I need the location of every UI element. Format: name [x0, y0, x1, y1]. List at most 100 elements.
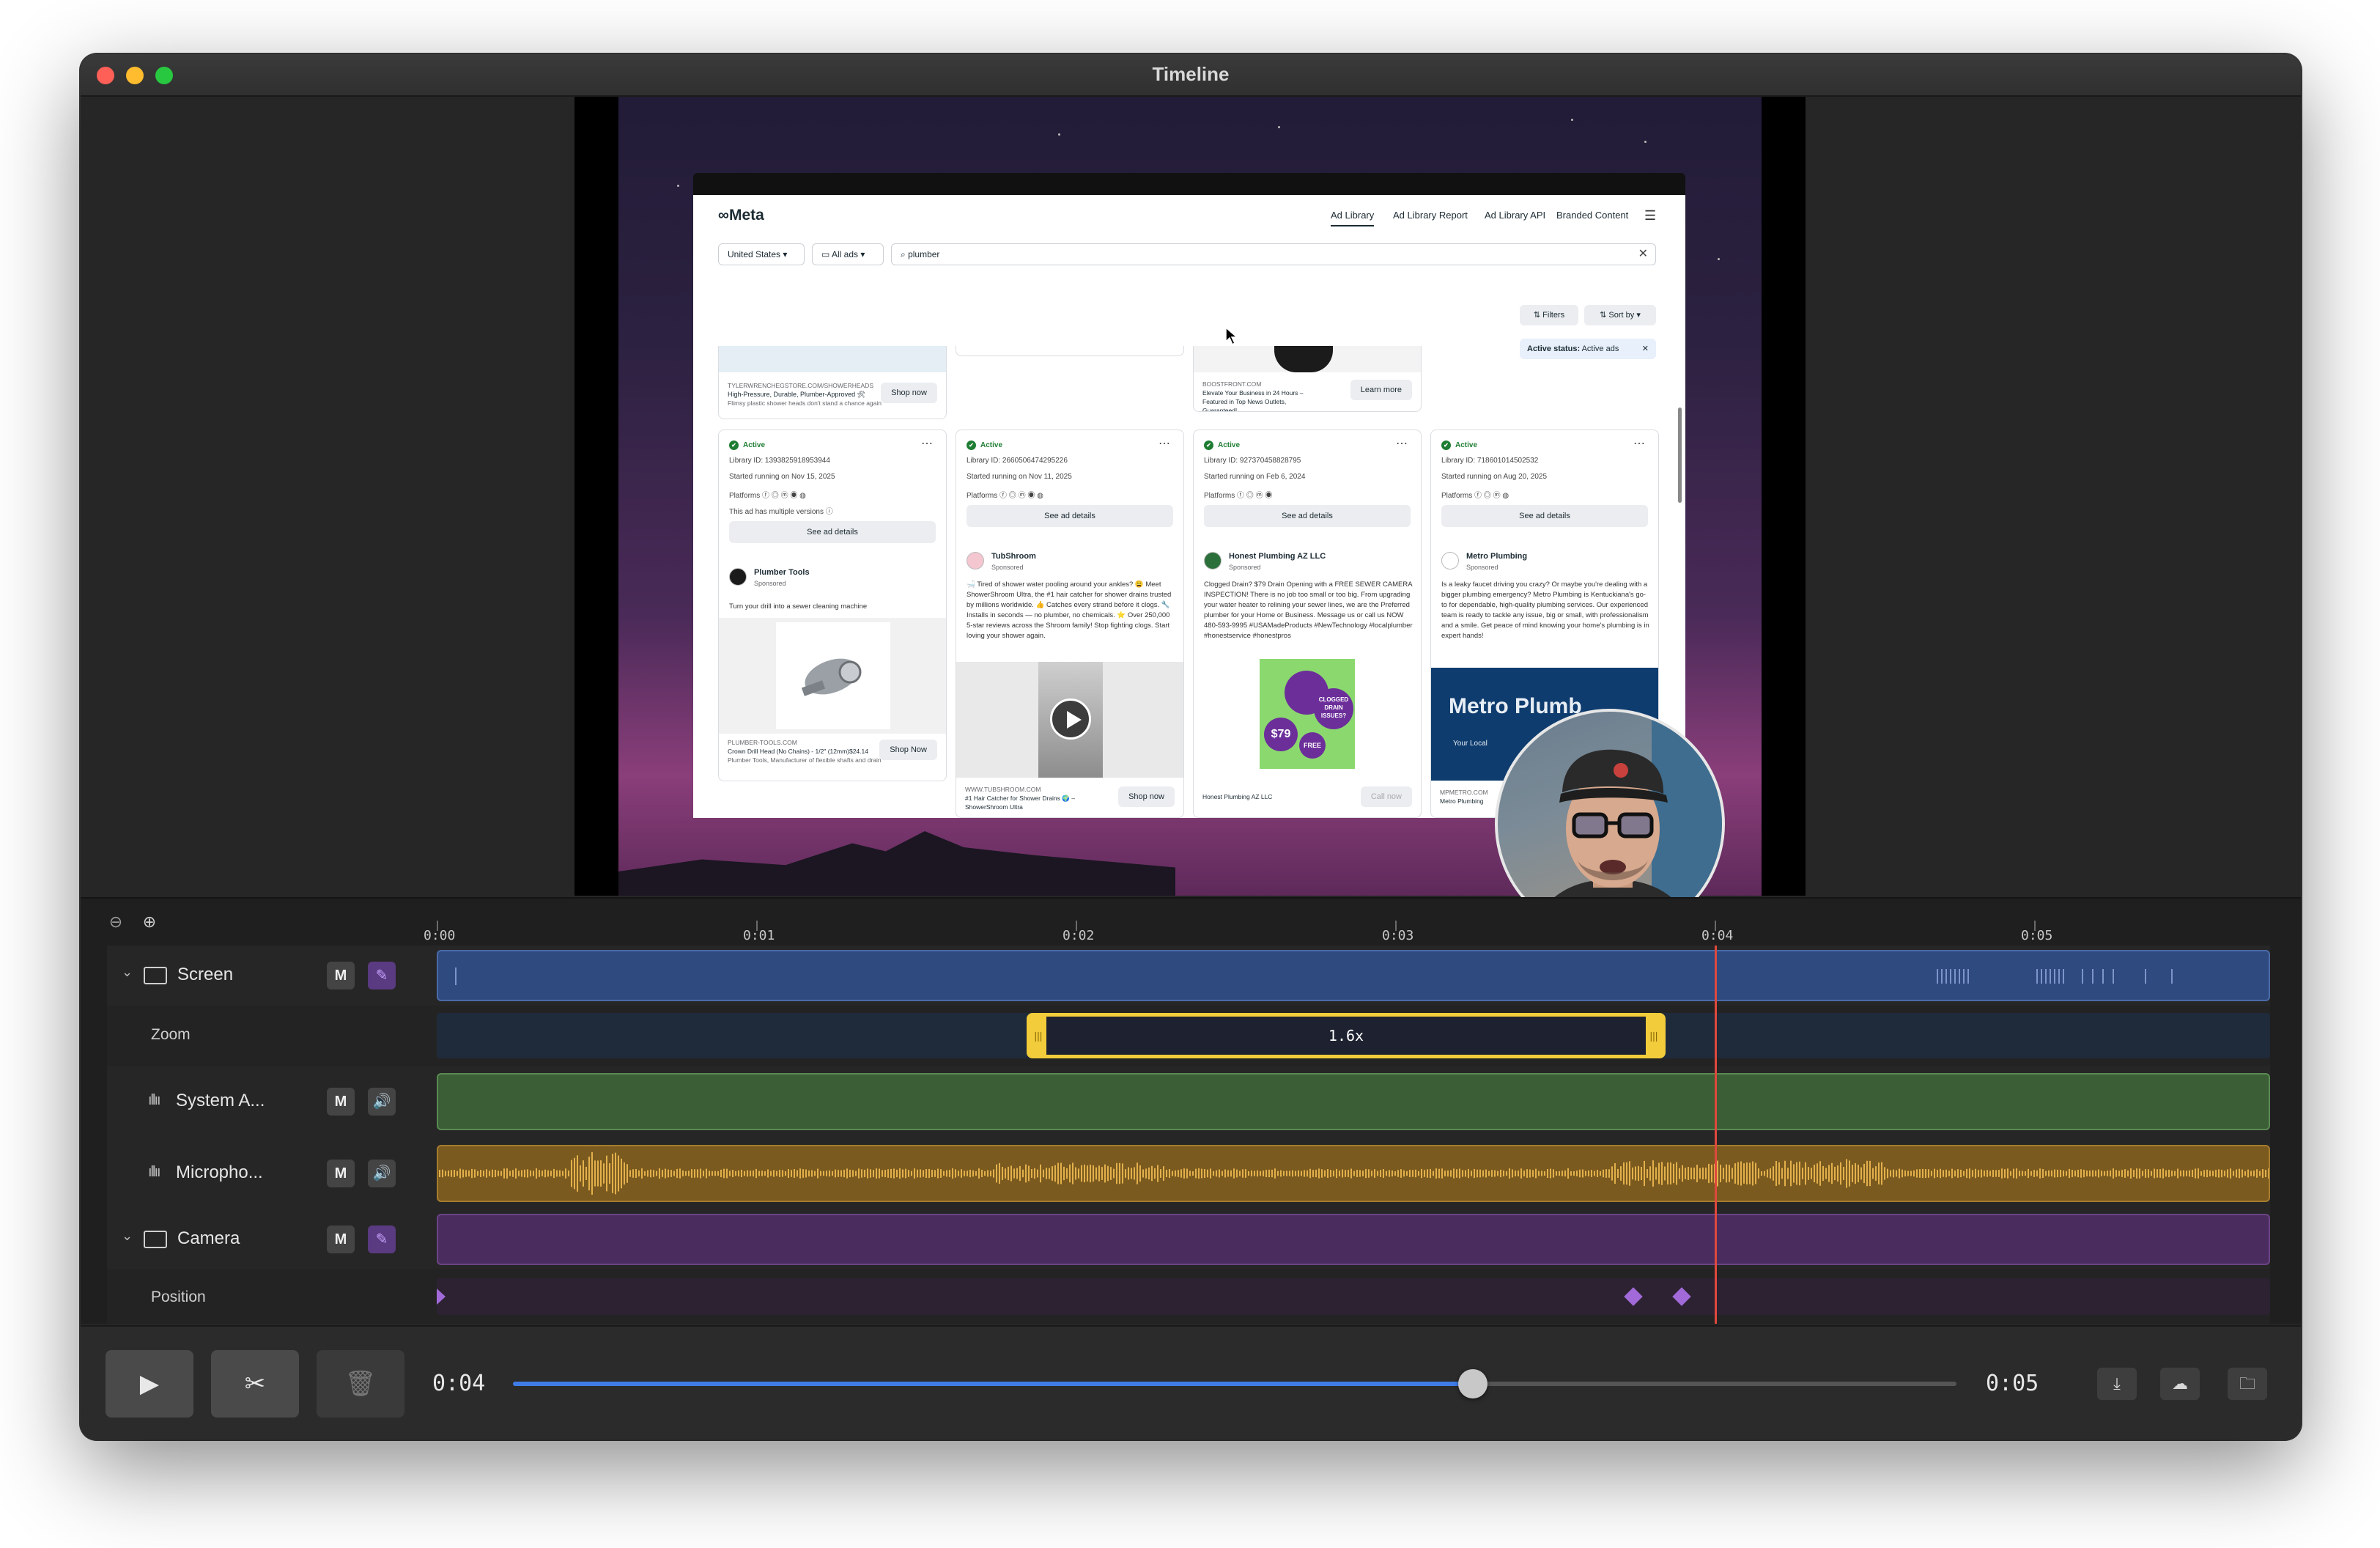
ruler-tick-label: 0:02	[1062, 928, 1095, 943]
nav-branded-content[interactable]: Branded Content	[1556, 210, 1628, 221]
more-icon[interactable]: ⋯	[1396, 436, 1408, 451]
zoom-out-icon[interactable]: ⊖	[106, 912, 126, 932]
learn-more-button[interactable]: Learn more	[1350, 380, 1412, 400]
nav-ad-library-report[interactable]: Ad Library Report	[1393, 210, 1468, 221]
title-bar: Timeline	[81, 54, 2301, 97]
scrubber-knob[interactable]	[1458, 1369, 1488, 1398]
scrollbar[interactable]	[1678, 408, 1682, 503]
folder-icon[interactable]: 🗀	[2228, 1368, 2267, 1400]
collapse-chevron-icon[interactable]: ⌄	[122, 1228, 133, 1244]
cloud-upload-icon[interactable]: ☁	[2160, 1368, 2200, 1400]
microphone-label: Micropho...	[176, 1162, 263, 1182]
mouse-cursor-icon	[1225, 327, 1238, 346]
pin-icon[interactable]: ✎	[368, 1226, 396, 1253]
shop-now-button[interactable]: Shop now	[1118, 786, 1175, 807]
position-keyframe[interactable]	[1624, 1287, 1643, 1306]
ad-card-partial-2	[956, 346, 1184, 356]
browser-window: ∞Meta Ad Library Ad Library Report Ad Li…	[693, 173, 1685, 818]
camera-clip[interactable]	[437, 1214, 2270, 1265]
search-input[interactable]: ⌕ plumber ✕	[891, 243, 1656, 265]
download-icon[interactable]: ⤓	[2097, 1368, 2137, 1400]
zoom-in-icon[interactable]: ⊕	[139, 912, 160, 932]
more-icon[interactable]: ⋯	[1158, 436, 1170, 451]
zoom-lane: ||| ||| 1.6x	[437, 1013, 2270, 1058]
system-audio-mute-button[interactable]: M	[327, 1088, 355, 1116]
camera-track: ⌄ Camera M ✎	[107, 1209, 2270, 1269]
system-audio-label: System A...	[176, 1091, 265, 1110]
camera-track-label: Camera	[177, 1228, 240, 1248]
timeline-panel: ⊖ ⊕ 0:00 0:01 0:02 0:03 0:04 0:05 ⌄ Screen M …	[81, 897, 2301, 1324]
ad-card-honest-plumbing: Active ⋯ Library ID: 927370458828795 Sta…	[1193, 430, 1422, 818]
app-window: Timeline ∞Meta Ad Library Ad Library Rep…	[81, 54, 2301, 1440]
window-title: Timeline	[1152, 63, 1230, 85]
current-time: 0:04	[432, 1371, 486, 1396]
scissors-icon[interactable]: ✂	[211, 1350, 299, 1418]
ad-type-select[interactable]: ▭ All ads ▾	[812, 243, 884, 265]
nav-ad-library-api[interactable]: Ad Library API	[1485, 210, 1545, 221]
more-icon[interactable]: ⋯	[1633, 436, 1645, 451]
zoom-track-label: Zoom	[151, 1026, 191, 1043]
camera-mute-button[interactable]: M	[327, 1226, 355, 1253]
see-ad-details-button[interactable]: See ad details	[1204, 505, 1411, 527]
menu-icon[interactable]: ☰	[1644, 208, 1656, 224]
screen-track: ⌄ Screen M ✎	[107, 946, 2270, 1006]
see-ad-details-button[interactable]: See ad details	[1441, 505, 1648, 527]
position-track-label: Position	[151, 1289, 206, 1305]
ad-card-tubshroom: Active ⋯ Library ID: 2660506474295226 St…	[956, 430, 1184, 818]
sort-button[interactable]: ⇅ Sort by ▾	[1584, 305, 1656, 325]
ruler-tick-label: 0:04	[1701, 928, 1734, 943]
active-status-chip[interactable]: Active status: Active ads ✕	[1520, 339, 1656, 359]
zoom-value: 1.6x	[1328, 1027, 1364, 1044]
see-ad-details-button[interactable]: See ad details	[967, 505, 1173, 527]
system-audio-clip[interactable]	[437, 1073, 2270, 1130]
ruler-tick-label: 0:00	[424, 928, 456, 943]
total-time: 0:05	[1986, 1371, 2039, 1396]
playhead[interactable]	[1715, 946, 1717, 1324]
scrubber-track[interactable]	[513, 1369, 1956, 1398]
scrubber-progress	[513, 1382, 1474, 1386]
meta-logo: ∞Meta	[718, 207, 764, 224]
ruler-tick-label: 0:03	[1382, 928, 1414, 943]
position-track: Position	[107, 1269, 2270, 1324]
country-select[interactable]: United States ▾	[718, 243, 805, 265]
see-ad-details-button[interactable]: See ad details	[729, 521, 936, 543]
screen-clip[interactable]	[437, 950, 2270, 1001]
drill-head-image	[801, 658, 862, 696]
video-preview: ∞Meta Ad Library Ad Library Report Ad Li…	[81, 97, 2301, 939]
microphone-mute-button[interactable]: M	[327, 1160, 355, 1187]
microphone-clip[interactable]	[437, 1145, 2270, 1202]
ruler-tick-label: 0:01	[743, 928, 775, 943]
play-video-icon[interactable]	[1050, 699, 1091, 740]
position-start-marker[interactable]	[437, 1289, 446, 1305]
more-icon[interactable]: ⋯	[921, 436, 933, 451]
position-lane	[437, 1278, 2270, 1315]
nav-ad-library[interactable]: Ad Library	[1331, 210, 1375, 226]
ad-card-partial-1: TYLERWRENCHEGSTORE.COM/SHOWERHEADS High-…	[718, 346, 947, 419]
control-bar: ▶ ✂ 🗑 0:04 0:05 ⤓ ☁ 🗀	[81, 1325, 2301, 1440]
screen-mute-button[interactable]: M	[327, 962, 355, 989]
microphone-track: ıllıı Micropho... M 🔊	[107, 1138, 2270, 1209]
ad-card-partial-3: BOOSTFRONT.COM Elevate Your Business in …	[1193, 346, 1422, 412]
ruler-tick-label: 0:05	[2021, 928, 2053, 943]
ad-card-plumber-tools: Active ⋯ Library ID: 1393825918953944 St…	[718, 430, 947, 781]
zoom-segment[interactable]: ||| ||| 1.6x	[1027, 1013, 1666, 1058]
play-button[interactable]: ▶	[106, 1350, 193, 1418]
position-keyframe[interactable]	[1672, 1287, 1691, 1306]
microphone-waveform	[439, 1151, 2269, 1195]
zoom-track: Zoom ||| ||| 1.6x	[107, 1006, 2270, 1066]
speaker-icon[interactable]: 🔊	[368, 1088, 396, 1116]
screen-track-label: Screen	[177, 965, 234, 984]
camera-indicator	[1671, 182, 1675, 186]
collapse-chevron-icon[interactable]: ⌄	[122, 965, 133, 980]
clear-search-icon[interactable]: ✕	[1638, 244, 1648, 265]
shop-now-button[interactable]: Shop now	[881, 383, 937, 403]
film-icon	[144, 967, 167, 984]
filters-button[interactable]: ⇅ Filters	[1520, 305, 1578, 325]
waveform-icon: ıllıı	[148, 1164, 161, 1180]
delete-icon[interactable]: 🗑	[317, 1350, 404, 1418]
speaker-icon[interactable]: 🔊	[368, 1160, 396, 1187]
shop-now-button[interactable]: Shop Now	[879, 740, 937, 760]
call-now-button[interactable]: Call now	[1360, 786, 1412, 807]
pin-icon[interactable]: ✎	[368, 962, 396, 989]
screen-activity-marks	[455, 968, 2173, 985]
